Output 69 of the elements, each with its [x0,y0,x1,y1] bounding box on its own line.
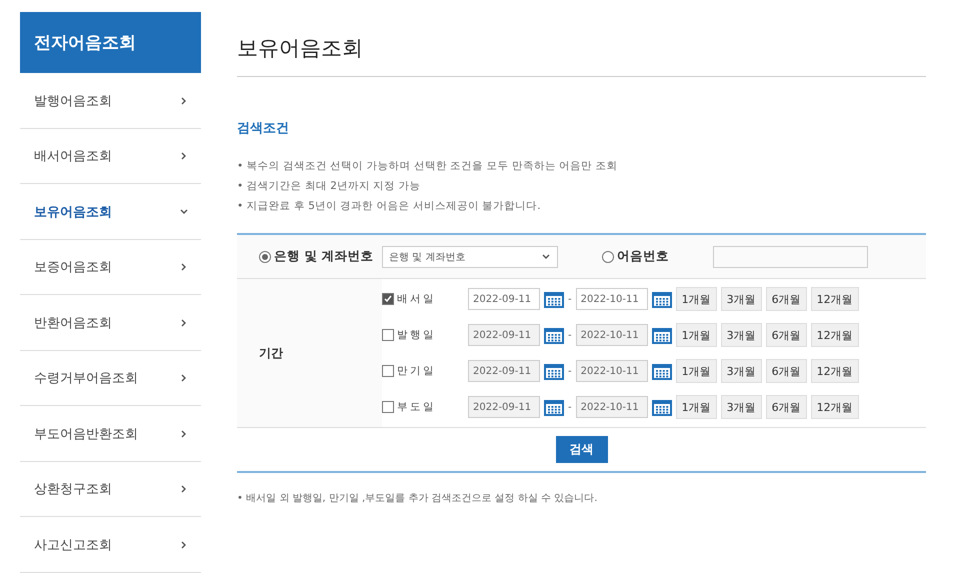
search-button[interactable]: 검색 [556,436,608,463]
checkbox[interactable] [382,329,394,341]
calendar-icon[interactable] [652,290,672,308]
sidebar-item[interactable]: 수령거부어음조회 [20,350,201,406]
page-title: 보유어음조회 [237,0,926,77]
sidebar-item[interactable]: 보증어음조회 [20,240,201,296]
period-preset-button[interactable]: 12개월 [810,395,859,419]
date-from-field[interactable]: 2022-09-11 [468,324,540,346]
period-preset-button[interactable]: 6개월 [766,323,807,347]
date-to-field[interactable]: 2022-10-11 [576,360,648,382]
period-preset-button[interactable]: 12개월 [810,287,859,311]
calendar-icon[interactable] [544,326,564,344]
sidebar-item[interactable]: 상환청구조회 [20,462,201,518]
sidebar-item[interactable]: 보유어음조회 [20,184,201,240]
period-preset-button[interactable]: 6개월 [766,395,807,419]
footnote-text: • 배서일 외 발행일, 만기일 ,부도일를 추가 검색조건으로 설정 하실 수 있습니다. [237,492,598,505]
radio-button[interactable] [259,250,271,262]
period-preset-button[interactable]: 3개월 [720,323,762,347]
checkbox-label[interactable]: 발행일 [397,328,436,342]
range-dash: - [568,294,572,304]
calendar-icon[interactable] [652,362,672,380]
date-from-field[interactable]: 2022-09-11 [468,360,540,382]
chevron-down-icon [541,252,551,262]
bank-select[interactable]: 은행 및 계좌번호 [382,246,558,268]
checkbox-label[interactable]: 배서일 [397,292,436,306]
checkbox[interactable] [382,293,394,305]
period-preset-button[interactable]: 12개월 [810,359,859,383]
checkbox-label[interactable]: 만기일 [397,364,436,378]
radio-label[interactable]: 어음번호 [617,248,669,265]
date-to-field[interactable]: 2022-10-11 [576,324,648,346]
sidebar-item[interactable]: 반환어음조회 [20,295,201,351]
range-dash: - [568,402,572,412]
checkbox-label[interactable]: 부도일 [397,400,436,414]
period-preset-button[interactable]: 3개월 [720,395,762,419]
calendar-icon[interactable] [544,362,564,380]
checkbox[interactable] [382,401,394,413]
date-to-field[interactable]: 2022-10-11 [576,288,648,310]
sidebar-item[interactable]: 발행어음조회 [20,73,201,129]
period-preset-button[interactable]: 6개월 [766,287,807,311]
period-preset-button[interactable]: 1개월 [676,287,717,311]
period-label: 기간 [237,279,382,427]
period-preset-button[interactable]: 1개월 [676,395,717,419]
bill-number-field[interactable] [713,246,868,268]
period-preset-button[interactable]: 1개월 [676,359,717,383]
radio-label[interactable]: 은행 및 계좌번호 [274,248,374,265]
range-dash: - [568,330,572,340]
calendar-icon[interactable] [544,398,564,416]
checkbox[interactable] [382,365,394,377]
date-to-field[interactable]: 2022-10-11 [576,396,648,418]
note-text: • 검색기간은 최대 2년까지 지정 가능 [237,179,422,193]
period-preset-button[interactable]: 12개월 [810,323,859,347]
date-from-field[interactable]: 2022-09-11 [468,396,540,418]
period-preset-button[interactable]: 3개월 [720,359,762,383]
period-preset-button[interactable]: 6개월 [766,359,807,383]
section-title: 검색조건 [237,120,290,137]
period-preset-button[interactable]: 3개월 [720,287,762,311]
period-preset-button[interactable]: 1개월 [676,323,717,347]
calendar-icon[interactable] [652,398,672,416]
sidebar-item[interactable]: 사고신고조회 [20,517,201,573]
note-text: • 지급완료 후 5년이 경과한 어음은 서비스제공이 불가합니다. [237,199,542,213]
date-from-field[interactable]: 2022-09-11 [468,288,540,310]
calendar-icon[interactable] [544,290,564,308]
calendar-icon[interactable] [652,326,672,344]
radio-button[interactable] [602,250,614,262]
range-dash: - [568,366,572,376]
sidebar-title: 전자어음조회 [20,12,201,74]
sidebar-item[interactable]: 배서어음조회 [20,128,201,184]
sidebar-item[interactable]: 부도어음반환조회 [20,406,201,462]
note-text: • 복수의 검색조건 선택이 가능하며 선택한 조건을 모두 만족하는 어음만 조회 [237,159,619,173]
